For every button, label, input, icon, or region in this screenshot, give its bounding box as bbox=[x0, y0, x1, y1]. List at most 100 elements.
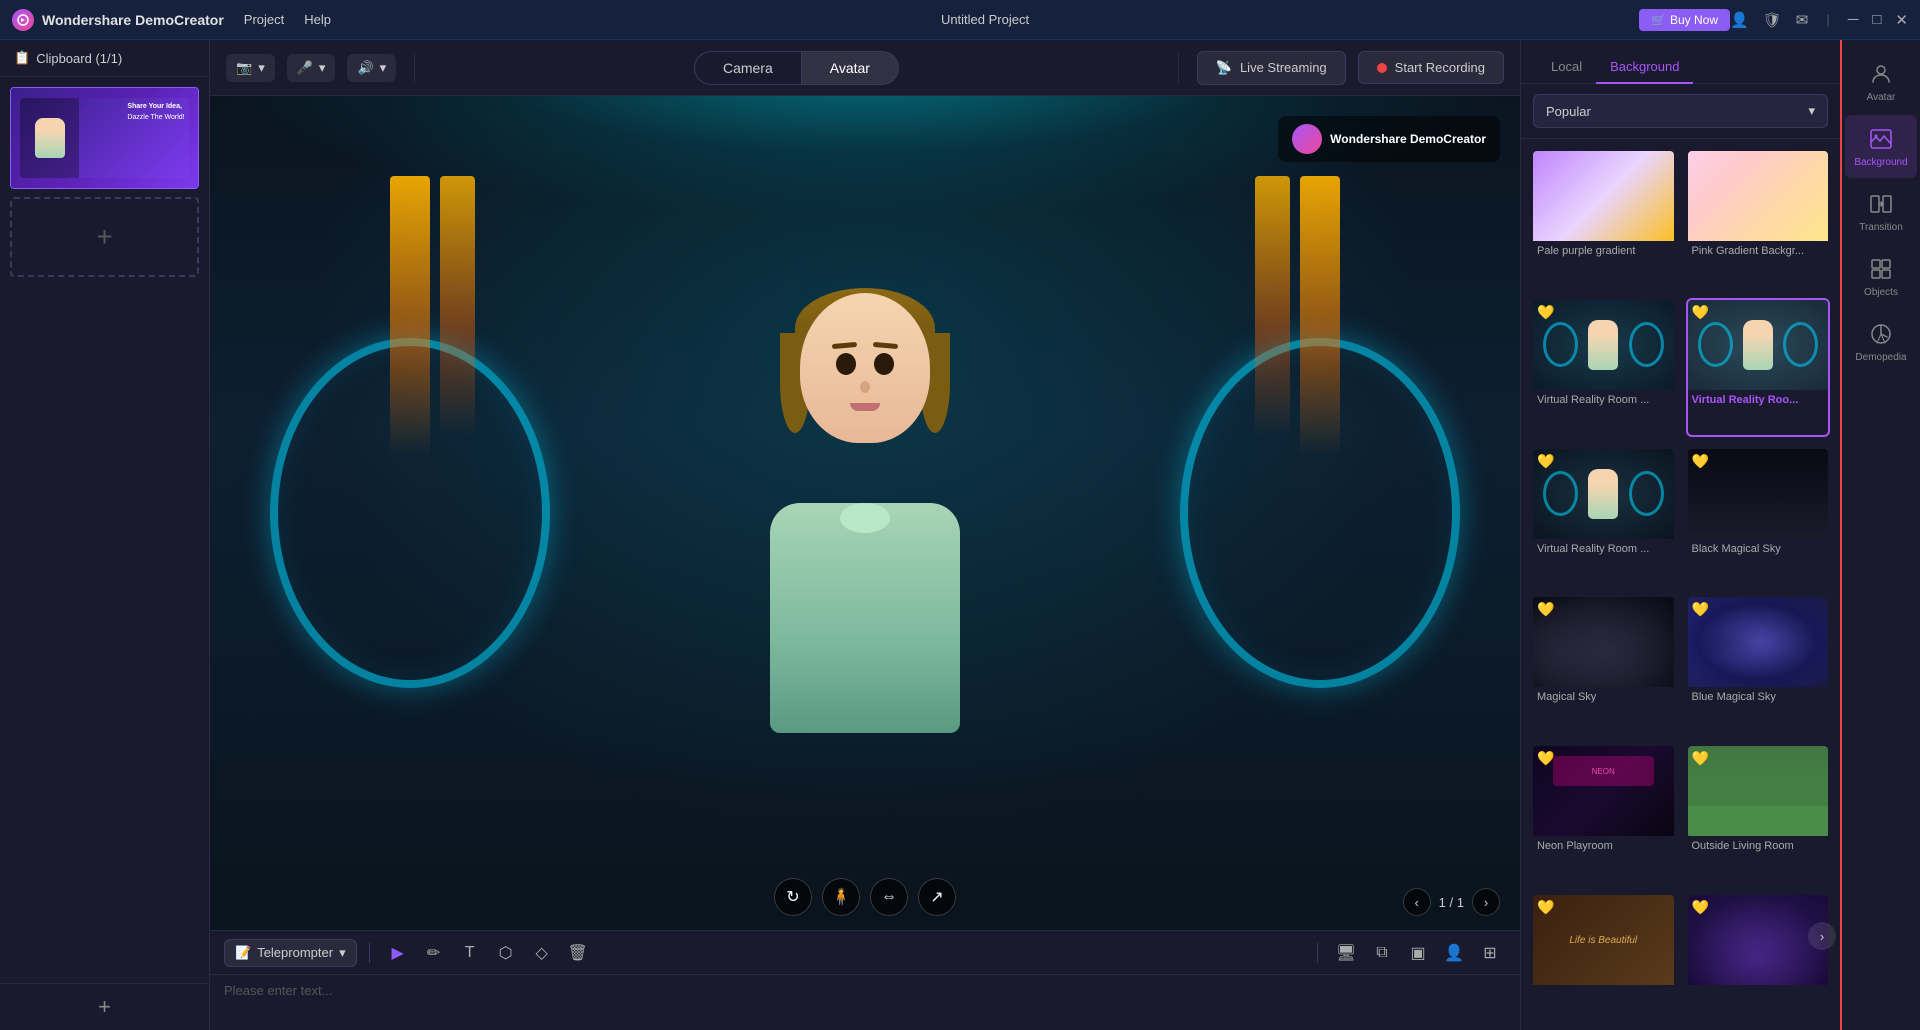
sidebar-item-avatar[interactable]: Avatar bbox=[1845, 50, 1917, 113]
tab-background[interactable]: Background bbox=[1596, 51, 1693, 84]
camera-avatar-toggle: Camera Avatar bbox=[694, 51, 899, 85]
close-button[interactable]: ✕ bbox=[1895, 11, 1908, 29]
bg-item-blue-magical[interactable]: 💛 Blue Magical Sky bbox=[1686, 595, 1831, 734]
shape-tool[interactable]: ⬡ bbox=[490, 937, 522, 969]
demopedia-label: Demopedia bbox=[1855, 352, 1906, 363]
pose-control[interactable]: 🧍 bbox=[822, 878, 860, 916]
sidebar-item-background[interactable]: Background bbox=[1845, 115, 1917, 178]
camera-settings-button[interactable]: 📷 ▾ bbox=[226, 54, 275, 82]
crop-tool[interactable]: ◇ bbox=[526, 937, 558, 969]
next-page-button[interactable]: › bbox=[1472, 888, 1500, 916]
transition-icon bbox=[1867, 190, 1895, 218]
teleprompter-text-area[interactable]: Please enter text... bbox=[210, 975, 1520, 1030]
bg-label: Pink Gradient Backgr... bbox=[1688, 241, 1829, 261]
mic-settings-button[interactable]: 🎤 ▾ bbox=[287, 54, 336, 82]
filter-dropdown[interactable]: Popular ▾ bbox=[1533, 94, 1828, 128]
dropdown-arrow-icon: ▾ bbox=[1808, 103, 1815, 119]
maximize-button[interactable]: □ bbox=[1872, 11, 1881, 28]
bg-label: Outside Living Room bbox=[1688, 836, 1829, 856]
avatar-label: Avatar bbox=[1867, 92, 1896, 103]
bg-thumbnail: 💛 bbox=[1688, 449, 1829, 539]
video-preview-area: Wondershare DemoCreator ↻ 🧍 ⇔ ↗ ‹ 1 / 1 … bbox=[210, 96, 1520, 930]
avatar-head bbox=[800, 293, 930, 443]
bg-item-vr2[interactable]: 💛 Virtual Reality Roo... bbox=[1686, 298, 1831, 437]
bg-label: Magical Sky bbox=[1533, 687, 1674, 707]
pen-tool[interactable]: ✏ bbox=[418, 937, 450, 969]
user-icon[interactable]: 👤 bbox=[1730, 11, 1749, 29]
bg-item-outside-living[interactable]: 💛 Outside Living Room bbox=[1686, 744, 1831, 883]
avatar-torso bbox=[770, 503, 960, 733]
screen-view-button[interactable]: 🖥 bbox=[1330, 937, 1362, 969]
resize-control[interactable]: ⇔ bbox=[870, 878, 908, 916]
sidebar-item-demopedia[interactable]: Demopedia bbox=[1845, 310, 1917, 373]
menu-help[interactable]: Help bbox=[304, 12, 331, 27]
bg-item-black-sky[interactable]: 💛 Black Magical Sky bbox=[1686, 447, 1831, 586]
bg-thumbnail: 💛 bbox=[1688, 597, 1829, 687]
avatar-body bbox=[735, 293, 995, 733]
bg-label bbox=[1533, 985, 1674, 993]
camera-icon: 📷 bbox=[236, 60, 252, 76]
camera-dropdown-arrow: ▾ bbox=[258, 60, 265, 76]
premium-icon: 💛 bbox=[1537, 304, 1554, 321]
sidebar-left: 📋 Clipboard (1/1) 1 Share Your Idea, bbox=[0, 40, 210, 1030]
volume-settings-button[interactable]: 🔊 ▾ bbox=[347, 54, 396, 82]
main-area: 📋 Clipboard (1/1) 1 Share Your Idea, bbox=[0, 40, 1920, 1030]
bg-thumbnail: 💛 NEON bbox=[1533, 746, 1674, 836]
sidebar-item-transition[interactable]: Transition bbox=[1845, 180, 1917, 243]
add-scene-button[interactable]: + bbox=[0, 983, 209, 1030]
arrow-control[interactable]: ↗ bbox=[918, 878, 956, 916]
bg-item-vr3[interactable]: 💛 Virtual Reality Room ... bbox=[1531, 447, 1676, 586]
bg-item-vr1[interactable]: 💛 Virtual Reality Room ... bbox=[1531, 298, 1676, 437]
buy-now-button[interactable]: 🛒 Buy Now bbox=[1639, 9, 1730, 31]
grid-view-button[interactable]: ⊞ bbox=[1474, 937, 1506, 969]
avatar-view-button[interactable]: 👤 bbox=[1438, 937, 1470, 969]
right-panel-tabs: Local Background bbox=[1521, 40, 1840, 84]
live-streaming-button[interactable]: 📡 Live Streaming bbox=[1197, 51, 1346, 85]
delete-tool[interactable]: 🗑 bbox=[562, 937, 594, 969]
bg-thumbnail: 💛 bbox=[1533, 449, 1674, 539]
text-tool[interactable]: T bbox=[454, 937, 486, 969]
scroll-down-arrow[interactable]: › bbox=[1808, 922, 1836, 950]
premium-icon: 💛 bbox=[1692, 750, 1709, 767]
bg-thumbnail: 💛 bbox=[1533, 300, 1674, 390]
bg-item-pale-purple[interactable]: Pale purple gradient bbox=[1531, 149, 1676, 288]
rotate-control[interactable]: ↻ bbox=[774, 878, 812, 916]
app-name: Wondershare DemoCreator bbox=[42, 12, 224, 28]
plus-icon: + bbox=[96, 221, 112, 253]
camera-mode-button[interactable]: Camera bbox=[694, 51, 801, 85]
menu-project[interactable]: Project bbox=[244, 12, 284, 27]
tool-separator-2 bbox=[1317, 943, 1318, 963]
shield-icon[interactable]: 🛡 bbox=[1763, 11, 1782, 29]
bg-item-dark-purple[interactable]: 💛 bbox=[1686, 893, 1831, 1020]
tool-separator-1 bbox=[369, 943, 370, 963]
layout-view-button[interactable]: ▣ bbox=[1402, 937, 1434, 969]
premium-icon: 💛 bbox=[1537, 899, 1554, 916]
bg-thumbnail: 💛 bbox=[1533, 597, 1674, 687]
bg-item-magical-sky[interactable]: 💛 Magical Sky bbox=[1531, 595, 1676, 734]
titlebar: Wondershare DemoCreator Project Help Unt… bbox=[0, 0, 1920, 40]
mail-icon[interactable]: ✉ bbox=[1796, 11, 1809, 29]
add-clip-button[interactable]: + bbox=[10, 197, 199, 277]
avatar-eyebrow-right bbox=[873, 342, 898, 349]
toolbar-separator bbox=[414, 53, 415, 83]
mic-dropdown-arrow: ▾ bbox=[319, 60, 326, 76]
avatar-figure bbox=[705, 283, 1025, 743]
premium-icon: 💛 bbox=[1692, 601, 1709, 618]
teleprompter-button[interactable]: 📝 Teleprompter ▾ bbox=[224, 939, 357, 967]
bg-item-life-beautiful[interactable]: 💛 Life is Beautiful bbox=[1531, 893, 1676, 1020]
sidebar-item-objects[interactable]: Objects bbox=[1845, 245, 1917, 308]
bg-item-pink-gradient[interactable]: Pink Gradient Backgr... bbox=[1686, 149, 1831, 288]
minimize-button[interactable]: ─ bbox=[1848, 11, 1859, 28]
mini-figure bbox=[1588, 320, 1618, 370]
tab-local[interactable]: Local bbox=[1537, 51, 1596, 84]
avatar-mode-button[interactable]: Avatar bbox=[801, 51, 899, 85]
clips-container: 1 Share Your Idea, Dazzle The World! bbox=[0, 77, 209, 983]
clip-item[interactable]: 1 Share Your Idea, Dazzle The World! bbox=[10, 87, 199, 189]
select-tool[interactable]: ▶ bbox=[382, 937, 414, 969]
mini-figure bbox=[1588, 469, 1618, 519]
premium-icon: 💛 bbox=[1692, 304, 1709, 321]
prev-page-button[interactable]: ‹ bbox=[1403, 888, 1431, 916]
pip-view-button[interactable]: ⧉ bbox=[1366, 937, 1398, 969]
bg-item-neon-playroom[interactable]: 💛 NEON Neon Playroom bbox=[1531, 744, 1676, 883]
start-recording-button[interactable]: Start Recording bbox=[1358, 51, 1504, 84]
